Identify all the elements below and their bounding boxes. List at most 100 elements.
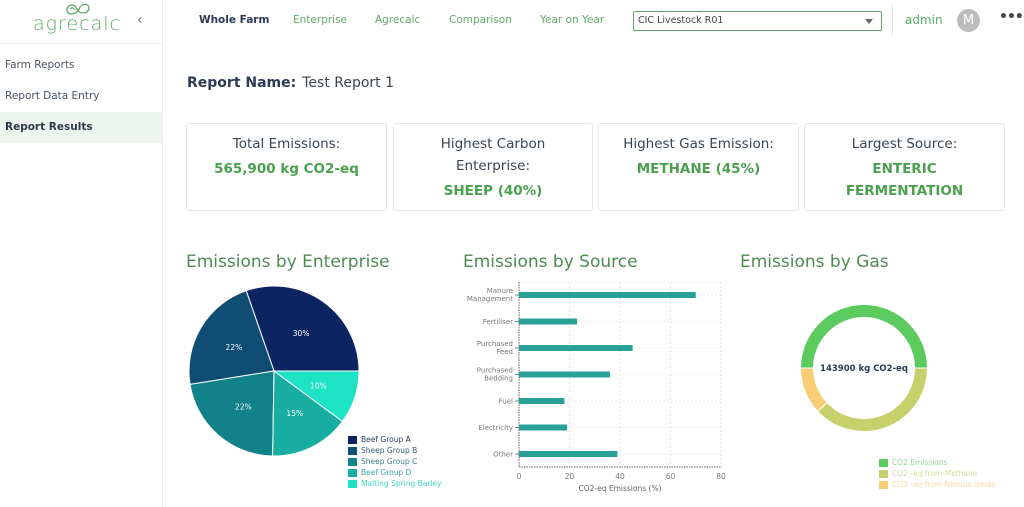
card-value: ENTERIC FERMENTATION (845, 161, 964, 199)
tab-comparison[interactable]: Comparison (449, 14, 512, 26)
tab-agrecalc[interactable]: Agrecalc (375, 14, 420, 26)
card-highest-carbon-enterprise: Highest Carbon Enterprise: SHEEP (40%) (393, 123, 593, 211)
bar-other[interactable] (519, 451, 618, 457)
x-tick-label: 0 (517, 472, 522, 481)
sidebar-item-report-data-entry[interactable]: Report Data Entry (0, 81, 163, 112)
farm-select-value: CIC Livestock R01 (638, 15, 724, 26)
legend-label: Sheep Group C (361, 457, 418, 466)
legend-swatch (348, 468, 357, 477)
y-tick-label: Fuel (499, 398, 513, 406)
sidebar-item-farm-reports[interactable]: Farm Reports (0, 50, 163, 81)
y-tick-label: Feed (496, 348, 513, 356)
y-tick-label: Purchased (477, 367, 513, 375)
y-tick-label: Management (467, 295, 513, 303)
legend-item-sheep-group-c[interactable]: Sheep Group C (348, 456, 442, 467)
legend-item-sheep-group-b[interactable]: Sheep Group B (348, 445, 442, 456)
card-value: 565,900 kg CO2-eq (214, 161, 359, 177)
report-name: Report Name: Test Report 1 (187, 75, 394, 91)
tab-enterprise[interactable]: Enterprise (293, 14, 347, 26)
bar-chart-source: 0 20 40 60 80 ManureManagement Fertiliser Purch… (467, 282, 726, 493)
legend-item-malting-spring-barley[interactable]: Malting Spring Barley (348, 478, 442, 489)
legend-item-beef-group-d[interactable]: Beef Group D (348, 467, 442, 478)
pie-slice-label: 10% (310, 382, 327, 391)
pie-slice-label: 30% (293, 329, 310, 338)
bar-fuel[interactable] (519, 398, 565, 404)
bar-electricity[interactable] (519, 424, 567, 431)
y-tick-label: Fertiliser (483, 318, 513, 326)
legend-item-beef-group-a[interactable]: Beef Group A (348, 434, 442, 445)
donut-segment-co2-eq-from-methane[interactable] (818, 367, 927, 431)
y-tick-label: Other (493, 451, 513, 459)
legend-item-co2-emissions[interactable]: CO2 Emissions (879, 457, 996, 468)
legend-label: Beef Group D (361, 468, 412, 477)
x-tick-label: 60 (666, 472, 676, 481)
avatar[interactable]: M (957, 9, 980, 32)
card-value: METHANE (45%) (636, 161, 761, 177)
card-largest-source: Largest Source: ENTERIC FERMENTATION (804, 123, 1005, 211)
card-label: Largest Source: (851, 136, 958, 152)
tab-year-on-year[interactable]: Year on Year (540, 14, 604, 26)
caret-down-icon (865, 19, 873, 24)
bar-purchased-feed[interactable] (519, 345, 633, 351)
legend-item-co2-eq-from-nitrous-oxide[interactable]: CO2 -eq from Nitrous Oxide (879, 479, 996, 490)
sidebar: agrecalc ‹ Farm Reports Report Data Entr… (0, 0, 163, 507)
x-tick-label: 40 (615, 472, 625, 481)
legend-swatch (348, 457, 357, 466)
pie-slice-label: 15% (286, 409, 303, 418)
chart-title-source: Emissions by Source (463, 252, 638, 272)
legend-label: Sheep Group B (361, 446, 418, 455)
more-horizontal-icon[interactable]: ••• (999, 9, 1024, 25)
donut-legend: CO2 Emissions CO2 -eq from Methane CO2 -eq… (879, 457, 996, 490)
bar-manure-management[interactable] (519, 292, 696, 298)
pie-slice-label: 22% (226, 343, 243, 352)
topbar-divider (892, 4, 893, 36)
legend-swatch (348, 479, 357, 488)
legend-swatch (879, 480, 888, 489)
user-name[interactable]: admin (905, 13, 943, 27)
card-label: Highest Gas Emission: (623, 136, 774, 152)
pie-chart-enterprise: 30% 22% 22% 15% 10% (188, 285, 360, 457)
legend-label: CO2 Emissions (892, 458, 948, 467)
farm-select[interactable]: CIC Livestock R01 (633, 11, 882, 31)
donut-chart-gas: 143900 kg CO2-eq (801, 305, 927, 431)
x-tick-label: 80 (716, 472, 726, 481)
chart-title-enterprise: Emissions by Enterprise (186, 252, 390, 272)
sidebar-item-report-results[interactable]: Report Results (0, 112, 163, 143)
sidebar-divider (0, 43, 163, 44)
legend-swatch (348, 446, 357, 455)
pie-slice-label: 22% (235, 402, 252, 411)
bar-purchased-bedding[interactable] (519, 371, 610, 378)
legend-swatch (348, 435, 357, 444)
top-navigation: Whole Farm Enterprise Agrecalc Compariso… (163, 0, 1024, 42)
legend-item-co2-eq-from-methane[interactable]: CO2 -eq from Methane (879, 468, 996, 479)
legend-swatch (879, 458, 888, 467)
chevron-left-icon[interactable]: ‹ (137, 12, 143, 28)
legend-label: CO2 -eq from Methane (892, 469, 978, 478)
logo-text: agrecalc (33, 13, 121, 35)
y-tick-label: Electricity (478, 424, 513, 432)
donut-center-label: 143900 kg CO2-eq (820, 364, 908, 374)
chart-title-gas: Emissions by Gas (740, 252, 889, 272)
y-tick-label: Purchased (477, 340, 513, 348)
pie-slice-sheep-group-c[interactable] (189, 370, 275, 457)
legend-swatch (879, 469, 888, 478)
legend-label: Malting Spring Barley (361, 479, 442, 488)
card-label: Total Emissions: (232, 136, 341, 152)
y-tick-label: Bedding (484, 375, 513, 383)
y-tick-label: Manure (487, 287, 513, 295)
report-name-value: Test Report 1 (302, 75, 395, 91)
tab-whole-farm[interactable]: Whole Farm (199, 14, 269, 26)
card-value: SHEEP (40%) (443, 183, 543, 199)
card-highest-gas-emission: Highest Gas Emission: METHANE (45%) (598, 123, 799, 211)
card-total-emissions: Total Emissions: 565,900 kg CO2-eq (186, 123, 387, 211)
donut-segment-co2-emissions[interactable] (801, 305, 927, 369)
x-tick-label: 20 (565, 472, 575, 481)
logo[interactable]: agrecalc (22, 0, 132, 43)
x-axis-label: CO2-eq Emissions (%) (578, 484, 661, 493)
pie-legend: Beef Group A Sheep Group B Sheep Group C Be… (348, 434, 442, 489)
bar-fertiliser[interactable] (519, 318, 578, 325)
legend-label: Beef Group A (361, 435, 411, 444)
report-name-label: Report Name: (187, 75, 297, 91)
legend-label: CO2 -eq from Nitrous Oxide (892, 480, 996, 489)
card-label: Highest Carbon Enterprise: (440, 136, 546, 174)
